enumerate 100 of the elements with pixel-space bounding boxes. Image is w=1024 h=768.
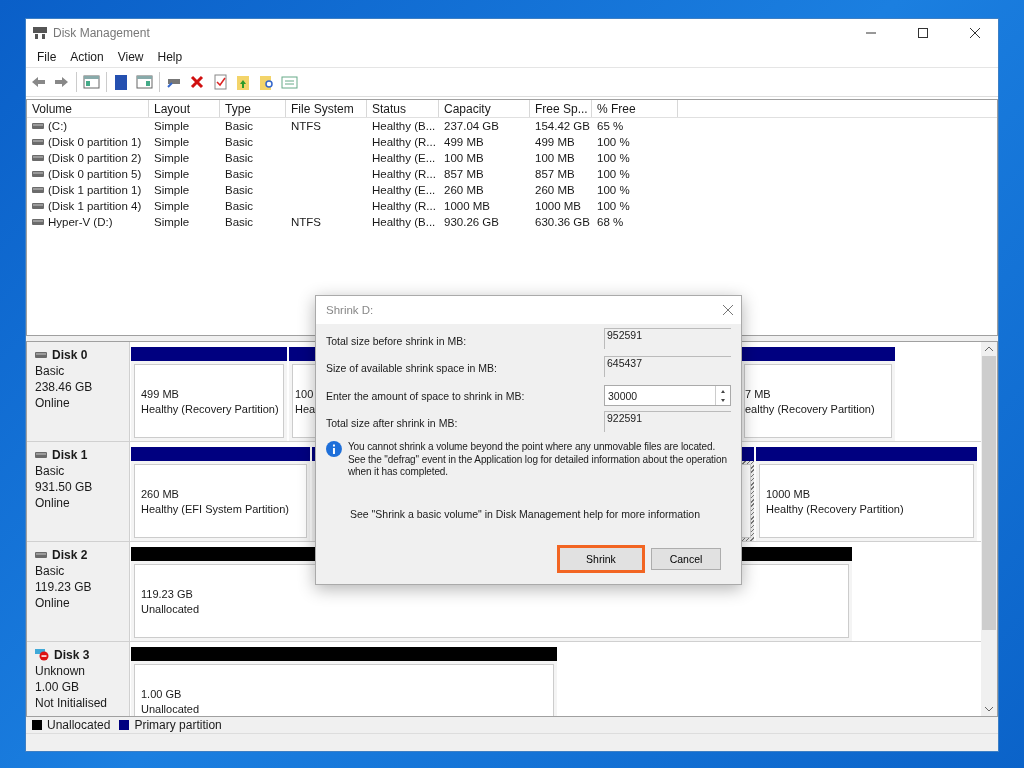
spin-field[interactable]: 30000	[604, 385, 731, 407]
disk-management-icon	[33, 27, 47, 39]
table-cell: Basic	[225, 184, 254, 196]
table-cell: 260 MB	[535, 184, 575, 196]
table-cell: NTFS	[291, 120, 322, 132]
partition-block[interactable]: 1000 MB Healthy (Recovery Partition)	[756, 461, 977, 541]
table-cell: Basic	[225, 152, 254, 164]
disk-type: Basic	[35, 364, 66, 378]
field-label: Total size after shrink in MB:	[326, 417, 458, 430]
partition-status: Unallocated	[141, 702, 200, 715]
shrink-button[interactable]: Shrink	[557, 544, 645, 573]
table-cell: Healthy (B...	[372, 216, 436, 228]
partition-block[interactable]: 499 MB Healthy (Recovery Partition)	[131, 361, 287, 441]
disk-size: 119.23 GB	[35, 580, 93, 594]
column-header[interactable]: % Free	[592, 100, 678, 117]
table-cell: 260 MB	[444, 184, 484, 196]
partition-size: 499 MB	[141, 387, 179, 400]
table-cell: 1000 MB	[535, 200, 582, 212]
table-cell: Simple	[154, 216, 190, 228]
volume-icon	[32, 187, 44, 193]
spin-up-icon[interactable]	[721, 389, 725, 393]
folder-search-icon[interactable]	[258, 73, 275, 91]
spin-down-icon[interactable]	[721, 399, 725, 402]
table-cell: Healthy (E...	[372, 152, 436, 164]
column-header[interactable]: Layout	[149, 100, 220, 117]
pane-icon[interactable]	[83, 73, 100, 91]
cancel-button[interactable]: Cancel	[651, 547, 721, 570]
table-cell: (Disk 1 partition 4)	[48, 200, 142, 212]
table-cell: 100 %	[597, 136, 630, 148]
table-cell: 100 %	[597, 152, 630, 164]
table-cell: Healthy (R...	[372, 168, 436, 180]
column-header[interactable]: Volume	[27, 100, 149, 117]
table-cell: Basic	[225, 168, 254, 180]
partition-status: Healthy (Recovery Partition)	[141, 402, 279, 415]
readonly-field: 952591	[604, 328, 731, 350]
disk-icon	[35, 552, 47, 558]
scrollbar[interactable]	[981, 342, 997, 716]
table-cell: Healthy (E...	[372, 184, 436, 196]
table-cell: 100 MB	[535, 152, 575, 164]
partition-status: Healthy (Recovery Partition)	[766, 502, 904, 515]
table-cell: 100 MB	[444, 152, 484, 164]
partition-block[interactable]: 7 MB ealthy (Recovery Partition)	[741, 361, 895, 441]
folder-icon[interactable]	[235, 73, 252, 91]
disk-type: Basic	[35, 464, 66, 478]
column-header[interactable]: Type	[220, 100, 286, 117]
volume-icon	[32, 203, 44, 209]
disk-type: Basic	[35, 564, 66, 578]
partition-size: 1.00 GB	[141, 687, 182, 700]
table-cell: 499 MB	[444, 136, 484, 148]
disk-name: Disk 3	[54, 648, 90, 662]
table-cell: Healthy (R...	[372, 136, 436, 148]
table-cell: 68 %	[597, 216, 624, 228]
menu-item[interactable]: Action	[63, 50, 111, 64]
scroll-down-icon[interactable]	[985, 706, 993, 712]
field-label: Enter the amount of space to shrink in MB:	[326, 389, 525, 402]
column-header[interactable]: Capacity	[439, 100, 530, 117]
maximize-icon[interactable]	[918, 28, 928, 38]
table-cell: Basic	[225, 200, 254, 212]
table-cell: Basic	[225, 120, 254, 132]
partition-block[interactable]: 260 MB Healthy (EFI System Partition)	[131, 461, 310, 541]
volume-icon	[32, 123, 44, 129]
scroll-up-icon[interactable]	[985, 346, 993, 352]
dialog-title: Shrink D:	[326, 304, 374, 316]
pane-icon[interactable]	[136, 73, 153, 91]
table-cell: Basic	[225, 216, 254, 228]
table-cell: 65 %	[597, 120, 624, 132]
column-header[interactable]: File System	[286, 100, 367, 117]
column-header[interactable]: Free Sp...	[530, 100, 592, 117]
table-cell: Simple	[154, 184, 190, 196]
menu-item[interactable]: File	[30, 50, 64, 64]
readonly-field: 922591	[604, 410, 731, 432]
table-cell: Healthy (B...	[372, 120, 436, 132]
table-cell: 1000 MB	[444, 200, 491, 212]
menu-item[interactable]: View	[110, 50, 151, 64]
table-cell: 630.36 GB	[535, 216, 590, 228]
table-cell: Simple	[154, 168, 190, 180]
column-header[interactable]: Status	[367, 100, 439, 117]
close-icon[interactable]	[970, 28, 980, 38]
disk-type: Unknown	[35, 664, 87, 678]
disk-size: 238.46 GB	[35, 380, 94, 394]
partition-size: 100	[295, 387, 314, 400]
table-cell: (C:)	[48, 120, 68, 132]
table-cell: 100 %	[597, 184, 630, 196]
disk-name: Disk 0	[52, 348, 88, 362]
partition-size: 1000 MB	[766, 487, 811, 500]
table-cell: Simple	[154, 200, 190, 212]
delete-icon[interactable]	[189, 73, 206, 91]
menu-item[interactable]: Help	[150, 50, 190, 64]
readonly-field: 645437	[604, 355, 731, 377]
partition-block[interactable]: 1.00 GB Unallocated	[131, 661, 557, 716]
table-cell: (Disk 1 partition 1)	[48, 184, 142, 196]
partition-size: 260 MB	[141, 487, 179, 500]
table-cell: Simple	[154, 152, 190, 164]
disk-icon	[35, 452, 47, 458]
table-cell: Simple	[154, 120, 190, 132]
help-message: See "Shrink a basic volume" in Disk Management help for more information	[350, 507, 702, 520]
checklist-icon[interactable]	[212, 73, 229, 91]
disk-name: Disk 2	[52, 548, 88, 562]
partition-size: 7 MB	[745, 387, 771, 400]
partition-status: Unallocated	[141, 602, 200, 615]
